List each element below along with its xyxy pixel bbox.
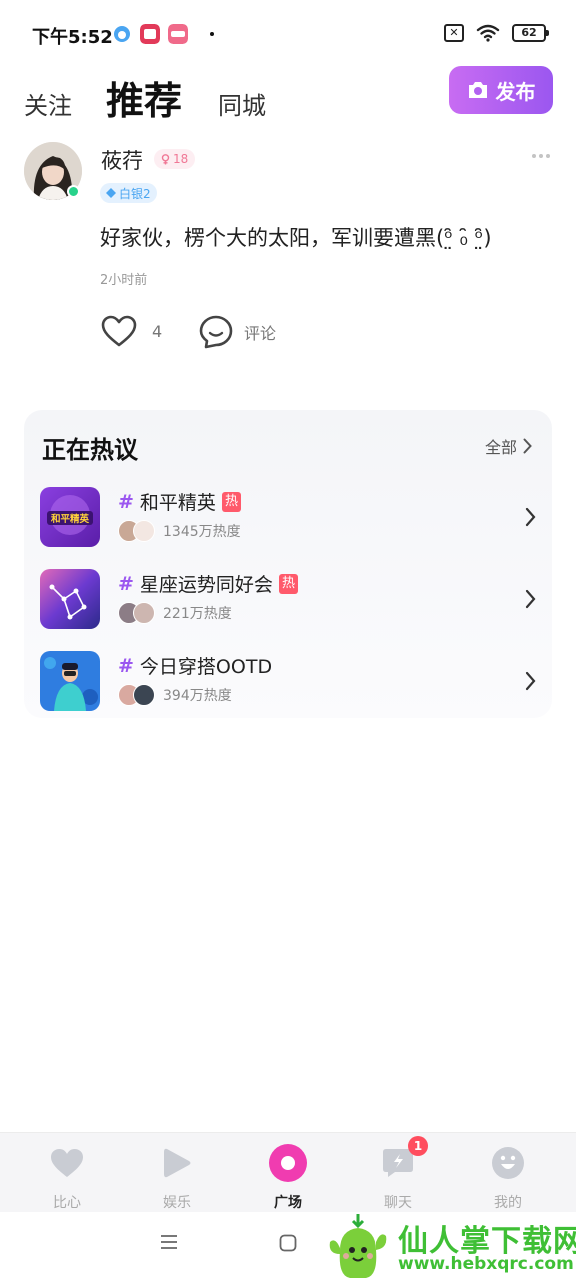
chevron-right-icon [523,438,532,454]
nav-item-chat[interactable]: 1 聊天 [353,1136,443,1211]
watermark-logo: 仙人掌下载网 www.hebxqrc.com [318,1210,576,1280]
menu-icon[interactable] [160,1234,178,1250]
topic-name: 今日穿搭OOTD [139,656,273,678]
tab-nearby[interactable]: 同城 [218,86,266,121]
more-options-button[interactable] [532,154,550,158]
topic-item-horoscope[interactable]: # 星座运势同好会 热 221万热度 [40,569,540,631]
nav-item-profile[interactable]: 我的 [463,1143,553,1211]
nav-label: 广场 [274,1195,302,1211]
publish-button[interactable]: 发布 [449,66,553,114]
notify-app-icon [140,24,160,44]
status-bar: 下午5:52 ✕ 62 [0,0,576,66]
hot-badge: 热 [221,491,241,512]
topic-heat: 1345万热度 [163,524,241,540]
profile-icon [488,1143,528,1183]
hashtag-icon: # [118,490,134,513]
nav-item-bixin[interactable]: 比心 [22,1143,112,1211]
nav-label: 比心 [53,1195,81,1211]
comment-icon [199,315,233,349]
comment-label: 评论 [244,324,277,343]
thumb-game-title: 和平精英 [50,513,90,525]
heart-icon [47,1143,87,1183]
heart-outline-icon [101,315,137,347]
level-text: 白银2 [119,186,151,201]
topic-thumbnail: 和平精英 [40,487,100,547]
wifi-icon [476,24,500,42]
notification-icons [112,24,214,44]
feed-tabs: 关注 推荐 同城 发布 [0,66,576,130]
female-icon [161,153,170,164]
publish-label: 发布 [495,79,536,104]
participant-avatar [133,684,155,706]
topic-title: # 今日穿搭OOTD [118,652,272,679]
status-right: ✕ 62 [444,24,549,42]
topic-heat: 394万热度 [163,688,232,704]
topic-item-peace-elite[interactable]: 和平精英 # 和平精英 热 1345万热度 [40,487,540,549]
chat-icon: 1 [378,1136,428,1183]
play-icon [157,1143,197,1183]
participant-avatar [133,520,155,542]
comment-button[interactable]: 评论 [198,314,276,350]
hashtag-icon: # [118,654,134,677]
topic-title: # 和平精英 热 [118,488,241,515]
level-badge: 白银2 [100,183,157,203]
game-thumbnail-image: 和平精英 [40,487,100,547]
status-time: 下午5:52 [32,27,113,48]
topic-item-ootd[interactable]: # 今日穿搭OOTD 394万热度 [40,651,540,713]
chevron-right-icon [525,671,536,691]
hashtag-icon: # [118,572,134,595]
camera-icon [468,82,487,98]
notify-app-icon [114,26,130,42]
nav-label: 聊天 [384,1195,412,1211]
topic-name: 星座运势同好会 [139,574,273,596]
view-all-link[interactable]: 全部 [485,434,532,458]
topic-meta: 394万热度 [118,684,232,706]
hot-badge: 热 [278,573,298,594]
participant-avatars [118,684,155,706]
participant-avatar [133,602,155,624]
tab-recommend[interactable]: 推荐 [106,70,182,125]
online-indicator [67,185,80,198]
post-content: 好家伙，楞个大的太阳，军训要遭黑(ᵒ̤̑ ₀̑ ᵒ̤̑) [100,226,492,250]
nav-label: 娱乐 [163,1195,191,1211]
unread-badge: 1 [408,1136,428,1156]
battery-icon: 62 [512,24,549,42]
square-circle-icon [268,1143,308,1183]
view-all-label: 全部 [484,438,517,457]
participant-avatars [118,602,155,624]
no-sim-icon: ✕ [444,24,464,42]
participant-avatars [118,520,155,542]
topic-meta: 1345万热度 [118,520,241,542]
more-notifications-dot [210,32,214,36]
nav-item-square[interactable]: 广场 [243,1143,333,1211]
topic-meta: 221万热度 [118,602,232,624]
chevron-right-icon [525,507,536,527]
topic-name: 和平精英 [139,492,216,514]
like-button[interactable]: 4 [100,314,162,348]
chevron-right-icon [525,589,536,609]
hot-topics-title: 正在热议 [42,436,138,464]
diamond-icon [106,188,116,198]
post-time: 2小时前 [100,273,148,288]
like-count: 4 [152,321,163,341]
topic-heat: 221万热度 [163,606,232,622]
nav-item-entertainment[interactable]: 娱乐 [132,1143,222,1211]
hot-topics-card: 正在热议 全部 和平精英 # 和平精英 热 1345万热度 # 星座运势同好会 … [24,410,552,718]
notify-app-icon [168,24,188,44]
tab-follow[interactable]: 关注 [24,86,72,121]
bottom-nav: 比心 娱乐 广场 1 聊天 我的 [0,1132,576,1212]
gender-age-badge: 18 [154,149,196,169]
post-username[interactable]: 莜荇 [101,145,143,175]
constellation-thumbnail-image [40,569,100,629]
topic-thumbnail [40,569,100,629]
home-icon[interactable] [279,1234,297,1252]
cactus-mascot-icon [329,1214,387,1278]
feed-post: 莜荇 18 白银2 好家伙，楞个大的太阳，军训要遭黑(ᵒ̤̑ ₀̑ ᵒ̤̑) 2… [0,140,576,380]
nav-label: 我的 [494,1195,522,1211]
age-text: 18 [173,152,189,166]
topic-title: # 星座运势同好会 热 [118,570,298,597]
ootd-thumbnail-image [40,651,100,711]
watermark-url: www.hebxqrc.com [398,1254,574,1274]
topic-thumbnail [40,651,100,711]
